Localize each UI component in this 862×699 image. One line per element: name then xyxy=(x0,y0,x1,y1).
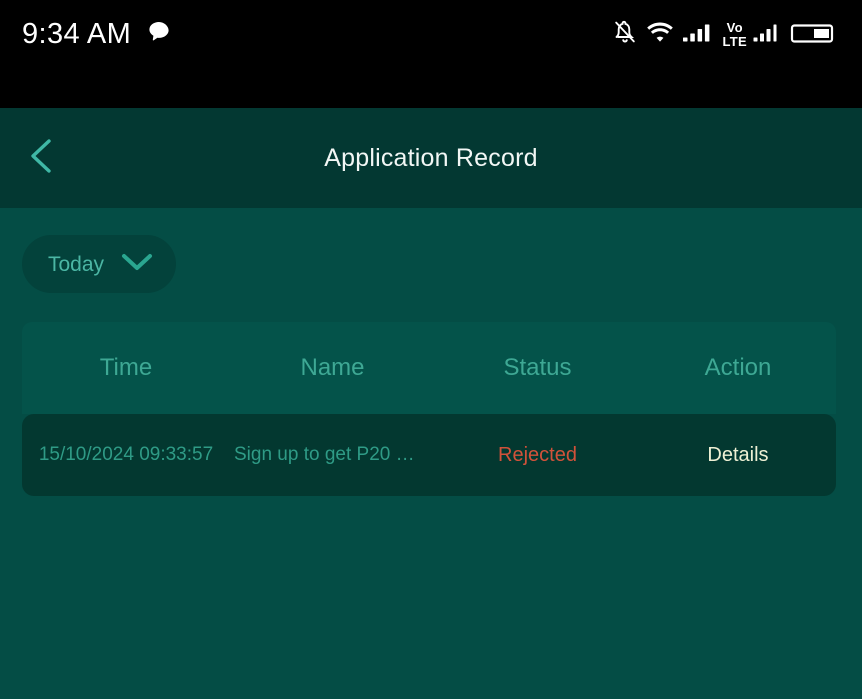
cell-time: 15/10/2024 09:33:57 xyxy=(38,444,214,465)
volte-top-label: Vo xyxy=(726,19,743,35)
back-button[interactable] xyxy=(14,130,70,186)
status-bar-left: 9:34 AM xyxy=(22,12,173,56)
cell-name: Sign up to get P20 Wi... xyxy=(234,444,434,465)
phone-screen: 9:34 AM Vo LTE Application Record Today … xyxy=(0,0,862,699)
notifications-off-icon xyxy=(612,18,638,51)
date-filter-label: Today xyxy=(48,252,105,276)
application-record-table: Time Name Status Action 15/10/2024 09:33… xyxy=(22,322,836,496)
column-header-action: Action xyxy=(704,354,772,381)
status-bar-clock: 9:34 AM xyxy=(22,18,132,50)
filter-row: Today xyxy=(22,235,177,293)
status-bar: 9:34 AM Vo LTE xyxy=(0,0,862,108)
app-header: Application Record xyxy=(0,108,862,208)
battery-icon xyxy=(790,18,836,51)
status-bar-right: Vo LTE xyxy=(612,12,841,56)
page-title: Application Record xyxy=(324,143,538,172)
table-header-row: Time Name Status Action xyxy=(22,322,836,414)
column-header-status: Status xyxy=(503,354,572,381)
chevron-down-icon xyxy=(120,251,154,278)
chat-bubble-icon xyxy=(145,18,173,51)
date-filter-dropdown[interactable]: Today xyxy=(22,235,177,293)
status-badge: Rejected xyxy=(498,443,577,466)
signal-bars-secondary-icon xyxy=(753,18,783,51)
chevron-left-icon xyxy=(25,135,59,182)
signal-bars-icon xyxy=(682,18,716,51)
volte-icon: Vo LTE xyxy=(723,21,748,48)
column-header-name: Name xyxy=(300,354,365,381)
page-content: Today Time Name Status Action 15/10/2024… xyxy=(0,208,862,699)
table-row[interactable]: 15/10/2024 09:33:57 Sign up to get P20 W… xyxy=(22,414,836,496)
column-header-time: Time xyxy=(99,354,153,381)
volte-bottom-label: LTE xyxy=(722,33,747,49)
details-link[interactable]: Details xyxy=(640,444,836,467)
wifi-icon xyxy=(645,18,675,51)
